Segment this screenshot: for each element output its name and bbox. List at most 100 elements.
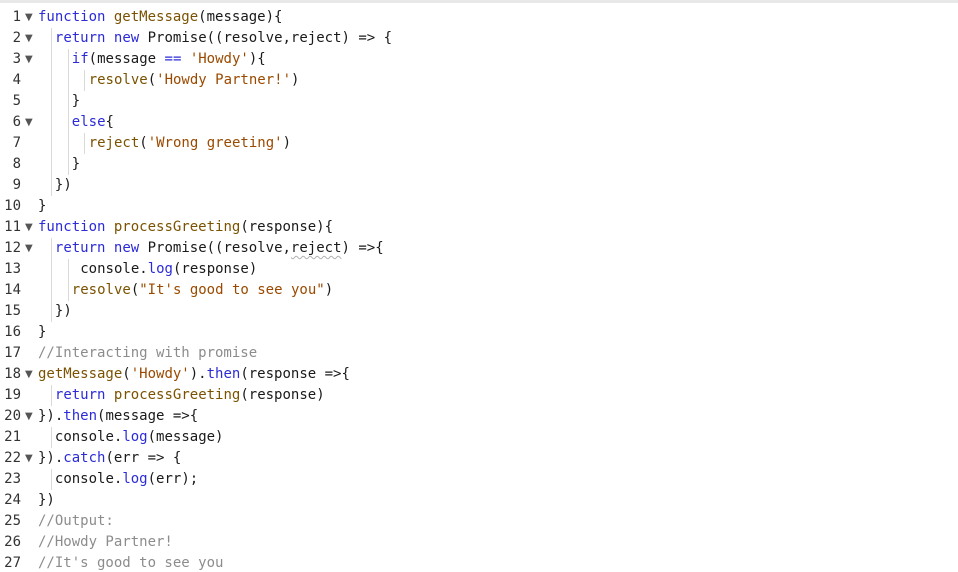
line-gutter: 3 ▼ <box>0 49 36 70</box>
code-token: console. <box>80 261 148 277</box>
line-gutter: 20 ▼ <box>0 406 36 427</box>
code-line[interactable]: 16} <box>0 322 958 343</box>
code-text: return processGreeting(response) <box>55 385 325 406</box>
line-number: 7 <box>12 135 21 151</box>
code-line[interactable]: 18 ▼ getMessage('Howdy').then(response =>{ <box>0 364 958 385</box>
indent-guide <box>67 91 69 112</box>
code-token: (message) <box>147 429 224 445</box>
indent-guide <box>50 154 52 175</box>
code-line[interactable]: 9}) <box>0 175 958 196</box>
code-line[interactable]: 12 ▼ return new Promise((resolve,reject) =… <box>0 238 958 259</box>
code-line[interactable]: 13 console.log(response) <box>0 259 958 280</box>
code-editor[interactable]: 1 ▼ function getMessage(message){2 ▼ return … <box>0 0 958 572</box>
code-line[interactable]: 14 resolve("It's good to see you") <box>0 280 958 301</box>
code-token: } <box>71 93 81 109</box>
method-token: then <box>206 366 241 382</box>
code-line[interactable]: 3 ▼ if(message == 'Howdy'){ <box>0 49 958 70</box>
code-text: }).then(message =>{ <box>38 406 198 427</box>
code-token: } <box>38 198 47 214</box>
method-token: log <box>122 471 148 487</box>
line-number: 24 <box>4 492 21 508</box>
code-line[interactable]: 26 //Howdy Partner! <box>0 532 958 553</box>
line-number: 20 <box>4 408 21 424</box>
code-text: else{ <box>72 112 114 133</box>
code-line[interactable]: 7 reject('Wrong greeting') <box>0 133 958 154</box>
code-line[interactable]: 15}) <box>0 301 958 322</box>
code-token: (message <box>88 51 165 67</box>
code-line[interactable]: 19 return processGreeting(response) <box>0 385 958 406</box>
indent-guide <box>84 70 86 91</box>
code-line[interactable]: 20 ▼}).then(message =>{ <box>0 406 958 427</box>
line-gutter: 8 <box>0 154 36 175</box>
code-text: //Output: <box>38 511 114 532</box>
indent-guide <box>67 70 69 91</box>
code-line[interactable]: 21 console.log(message) <box>0 427 958 448</box>
code-text: }) <box>55 301 72 322</box>
code-line[interactable]: 27 //It's good to see you <box>0 553 958 572</box>
code-token: (message =>{ <box>97 408 199 424</box>
code-line[interactable]: 10} <box>0 196 958 217</box>
line-gutter: 9 <box>0 175 36 196</box>
code-line[interactable]: 24}) <box>0 490 958 511</box>
code-text: }) <box>38 490 55 511</box>
fold-arrow-icon[interactable]: ▼ <box>25 7 36 28</box>
line-number: 18 <box>4 366 21 382</box>
fold-arrow-icon[interactable]: ▼ <box>25 448 36 469</box>
code-token: ){ <box>248 51 266 67</box>
code-line[interactable]: 1 ▼ function getMessage(message){ <box>0 7 958 28</box>
fold-arrow-icon[interactable]: ▼ <box>25 112 36 133</box>
code-line[interactable]: 6 ▼ else{ <box>0 112 958 133</box>
function-name-token: getMessage <box>113 9 199 25</box>
code-line[interactable]: 5} <box>0 91 958 112</box>
code-token: }) <box>54 177 72 193</box>
code-line[interactable]: 23 console.log(err); <box>0 469 958 490</box>
code-line[interactable]: 4 resolve('Howdy Partner!') <box>0 70 958 91</box>
indent-guide <box>84 133 86 154</box>
code-token: }). <box>38 408 64 424</box>
code-text: //It's good to see you <box>38 553 223 572</box>
fold-arrow-icon[interactable]: ▼ <box>25 364 36 385</box>
code-text: console.log(err); <box>55 469 198 490</box>
comment-token: //It's good to see you <box>38 555 224 571</box>
line-gutter: 22 ▼ <box>0 448 36 469</box>
fold-arrow-icon[interactable]: ▼ <box>25 49 36 70</box>
code-line[interactable]: 25 //Output: <box>0 511 958 532</box>
fold-arrow-icon[interactable]: ▼ <box>25 217 36 238</box>
code-line[interactable]: 8} <box>0 154 958 175</box>
line-number: 27 <box>4 555 21 571</box>
function-name-token: processGreeting <box>113 387 241 403</box>
comment-token: //Output: <box>38 513 114 529</box>
keyword-token: return <box>54 240 106 256</box>
code-token: (response =>{ <box>240 366 350 382</box>
fold-arrow-icon[interactable]: ▼ <box>25 238 36 259</box>
indent-guide <box>50 427 52 448</box>
code-token: } <box>71 156 81 172</box>
code-text: } <box>38 196 46 217</box>
function-name-token: resolve <box>71 282 131 298</box>
fold-arrow-icon[interactable]: ▼ <box>25 28 36 49</box>
keyword-token: == <box>164 51 182 67</box>
method-token: then <box>63 408 98 424</box>
code-line[interactable]: 2 ▼ return new Promise((resolve,reject) =>… <box>0 28 958 49</box>
keyword-token: new <box>113 240 140 256</box>
string-token: 'Howdy Partner!' <box>156 72 291 88</box>
code-token: ) <box>324 282 334 298</box>
line-gutter: 5 <box>0 91 36 112</box>
fold-arrow-icon[interactable]: ▼ <box>25 406 36 427</box>
indent-guide <box>50 280 52 301</box>
indent-guide <box>50 70 52 91</box>
string-token: 'Howdy' <box>189 51 249 67</box>
code-line[interactable]: 11 ▼ function processGreeting(response){ <box>0 217 958 238</box>
code-text: //Interacting with promise <box>38 343 257 364</box>
line-number: 11 <box>4 219 21 235</box>
code-text: //Howdy Partner! <box>38 532 173 553</box>
line-gutter: 16 <box>0 322 36 343</box>
code-token: (message){ <box>198 9 283 25</box>
code-token: (response) <box>240 387 325 403</box>
code-line[interactable]: 22 ▼}).catch(err => { <box>0 448 958 469</box>
code-line[interactable]: 17 //Interacting with promise <box>0 343 958 364</box>
code-lines: 1 ▼ function getMessage(message){2 ▼ return … <box>0 7 958 572</box>
line-number: 26 <box>4 534 21 550</box>
indent-guide <box>67 133 69 154</box>
